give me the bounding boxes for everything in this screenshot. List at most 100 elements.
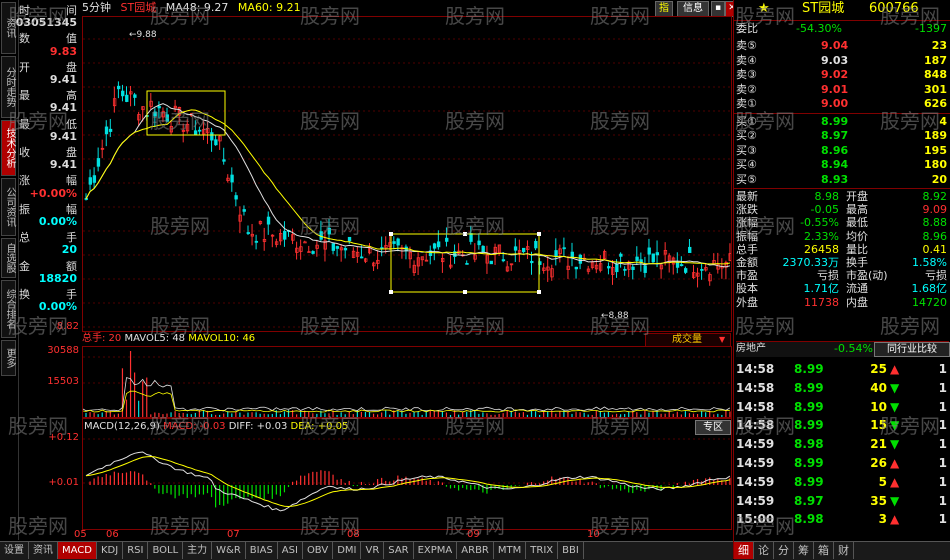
indicator-tab[interactable]: BOLL	[148, 542, 184, 559]
tick-row: 14:59 8.99 5 ▲ 1	[736, 473, 949, 491]
candle-body	[343, 247, 348, 251]
price-chart-panel[interactable]: ←9.88 ←8.88	[82, 16, 732, 332]
zone-button[interactable]: 专区	[695, 420, 731, 435]
candle-body	[554, 250, 558, 257]
indicator-tab[interactable]: ARBR	[457, 542, 494, 559]
left-tab[interactable]: 更多	[1, 340, 16, 376]
bid-row[interactable]: 买④ 8.94 180	[736, 158, 949, 172]
quote-value: -0.05	[810, 203, 839, 217]
tick-count: 1	[938, 362, 947, 376]
indicator-tab[interactable]: 资讯	[29, 542, 58, 559]
candle-body	[133, 94, 137, 98]
price-axis-low: 8.82	[56, 321, 79, 332]
candle-body	[214, 139, 218, 146]
right-tab[interactable]: 财	[834, 542, 854, 559]
ask-row[interactable]: 卖① 9.00 626	[736, 97, 949, 111]
macd-panel[interactable]	[82, 418, 732, 530]
bid-volume: 189	[924, 129, 947, 142]
candle-body	[303, 241, 307, 244]
x-label: 06	[106, 529, 119, 540]
sector-name[interactable]: 房地产	[736, 342, 766, 356]
bid-price: 8.93	[821, 172, 849, 186]
bid-row[interactable]: 买③ 8.96 195	[736, 144, 949, 158]
indicator-tab[interactable]: SAR	[384, 542, 414, 559]
period-label[interactable]: 5分钟	[82, 1, 111, 14]
indicator-tab[interactable]: TRIX	[526, 542, 559, 559]
indicator-tab[interactable]: OBV	[303, 542, 334, 559]
candle-body	[623, 268, 627, 271]
right-tab[interactable]: 细	[734, 542, 754, 559]
volume-panel[interactable]	[82, 346, 732, 418]
right-tab[interactable]: 箱	[814, 542, 834, 559]
indicator-tab[interactable]: W&R	[212, 542, 246, 559]
ask-volume: 301	[924, 82, 947, 96]
industry-compare-button[interactable]: 同行业比较	[874, 342, 950, 357]
dea-value: DEA: +0.05	[290, 421, 349, 432]
ask-row[interactable]: 卖⑤ 9.04 23	[736, 39, 949, 53]
tick-row: 15:00 8.98 3 ▲ 1	[736, 510, 949, 528]
info-row: 换手	[19, 286, 79, 301]
indicator-tab[interactable]: 主力	[183, 542, 213, 559]
ma48-line	[85, 103, 731, 268]
left-tab[interactable]: 分时走势	[1, 56, 16, 118]
quote-label-2: 均价	[846, 229, 868, 243]
arrow-down-icon: ▼	[890, 437, 900, 452]
left-tab[interactable]: 综合排名	[1, 280, 16, 338]
ask-volume: 187	[924, 53, 947, 67]
index-button[interactable]: 指	[655, 1, 673, 17]
right-tab[interactable]: 筹	[794, 542, 814, 559]
info-value: 9.41	[49, 158, 77, 172]
indicator-tab[interactable]: MACD	[58, 542, 97, 559]
star-icon[interactable]: ★	[758, 2, 770, 16]
ask-row[interactable]: 卖② 9.01 301	[736, 83, 949, 97]
bid-label: 买③	[736, 143, 757, 157]
indicator-tab[interactable]: BBI	[558, 542, 584, 559]
indicator-tab[interactable]: KDJ	[97, 542, 124, 559]
indicator-tab[interactable]: EXPMA	[414, 542, 458, 559]
quote-value-2: 1.68亿	[911, 282, 948, 296]
right-tab[interactable]: 论	[754, 542, 774, 559]
candle-body	[327, 227, 331, 235]
left-tab[interactable]: 自选股	[1, 238, 16, 278]
candle-body	[380, 247, 384, 250]
minimize-icon[interactable]: ▪	[711, 1, 725, 17]
info-row: 20	[19, 243, 79, 257]
arrow-down-icon: ▼	[890, 380, 900, 395]
ask-label: 卖④	[736, 53, 757, 67]
bid-row[interactable]: 买① 8.99 4	[736, 115, 949, 129]
quote-value-2: 1.58%	[912, 256, 947, 269]
indicator-tab[interactable]: DMI	[333, 542, 362, 559]
info-button[interactable]: 信息	[677, 1, 709, 17]
candle-body	[242, 209, 246, 212]
candle-body	[193, 130, 198, 135]
indicator-tab[interactable]: MTM	[494, 542, 527, 559]
indicator-tab[interactable]: RSI	[123, 542, 149, 559]
indicator-tab[interactable]: 设置	[0, 542, 29, 559]
candle-body	[619, 253, 623, 257]
indicator-dropdown[interactable]: 成交量 ▼	[645, 333, 731, 347]
tick-volume: 3	[878, 512, 887, 527]
right-tab-bar: 细论分筹箱财	[734, 541, 950, 560]
left-tab[interactable]: 公司资讯	[1, 178, 16, 236]
tick-count: 1	[938, 437, 947, 452]
ask-row[interactable]: 卖④ 9.03 187	[736, 54, 949, 68]
indicator-tab[interactable]: BIAS	[246, 542, 278, 559]
diff-line	[85, 451, 731, 512]
indicator-tab[interactable]: ASI	[278, 542, 303, 559]
tick-count: 1	[938, 474, 947, 489]
quote-value: 26458	[804, 242, 839, 256]
left-tab[interactable]: 技术分析	[1, 120, 16, 176]
quote-value: 1.71亿	[803, 282, 840, 296]
bid-row[interactable]: 买⑤ 8.93 20	[736, 173, 949, 187]
ask-price: 9.03	[821, 53, 849, 67]
left-tab[interactable]: 资讯	[1, 2, 16, 54]
candle-body	[445, 237, 449, 242]
bid-row[interactable]: 买② 8.97 189	[736, 129, 949, 143]
right-tab[interactable]: 分	[774, 542, 794, 559]
tick-volume: 5	[878, 474, 887, 489]
indicator-tab[interactable]: VR	[361, 542, 385, 559]
quote-value: -0.55%	[800, 216, 839, 230]
ask-row[interactable]: 卖③ 9.02 848	[736, 68, 949, 82]
candle-body	[117, 85, 121, 90]
candle-body	[311, 251, 315, 254]
